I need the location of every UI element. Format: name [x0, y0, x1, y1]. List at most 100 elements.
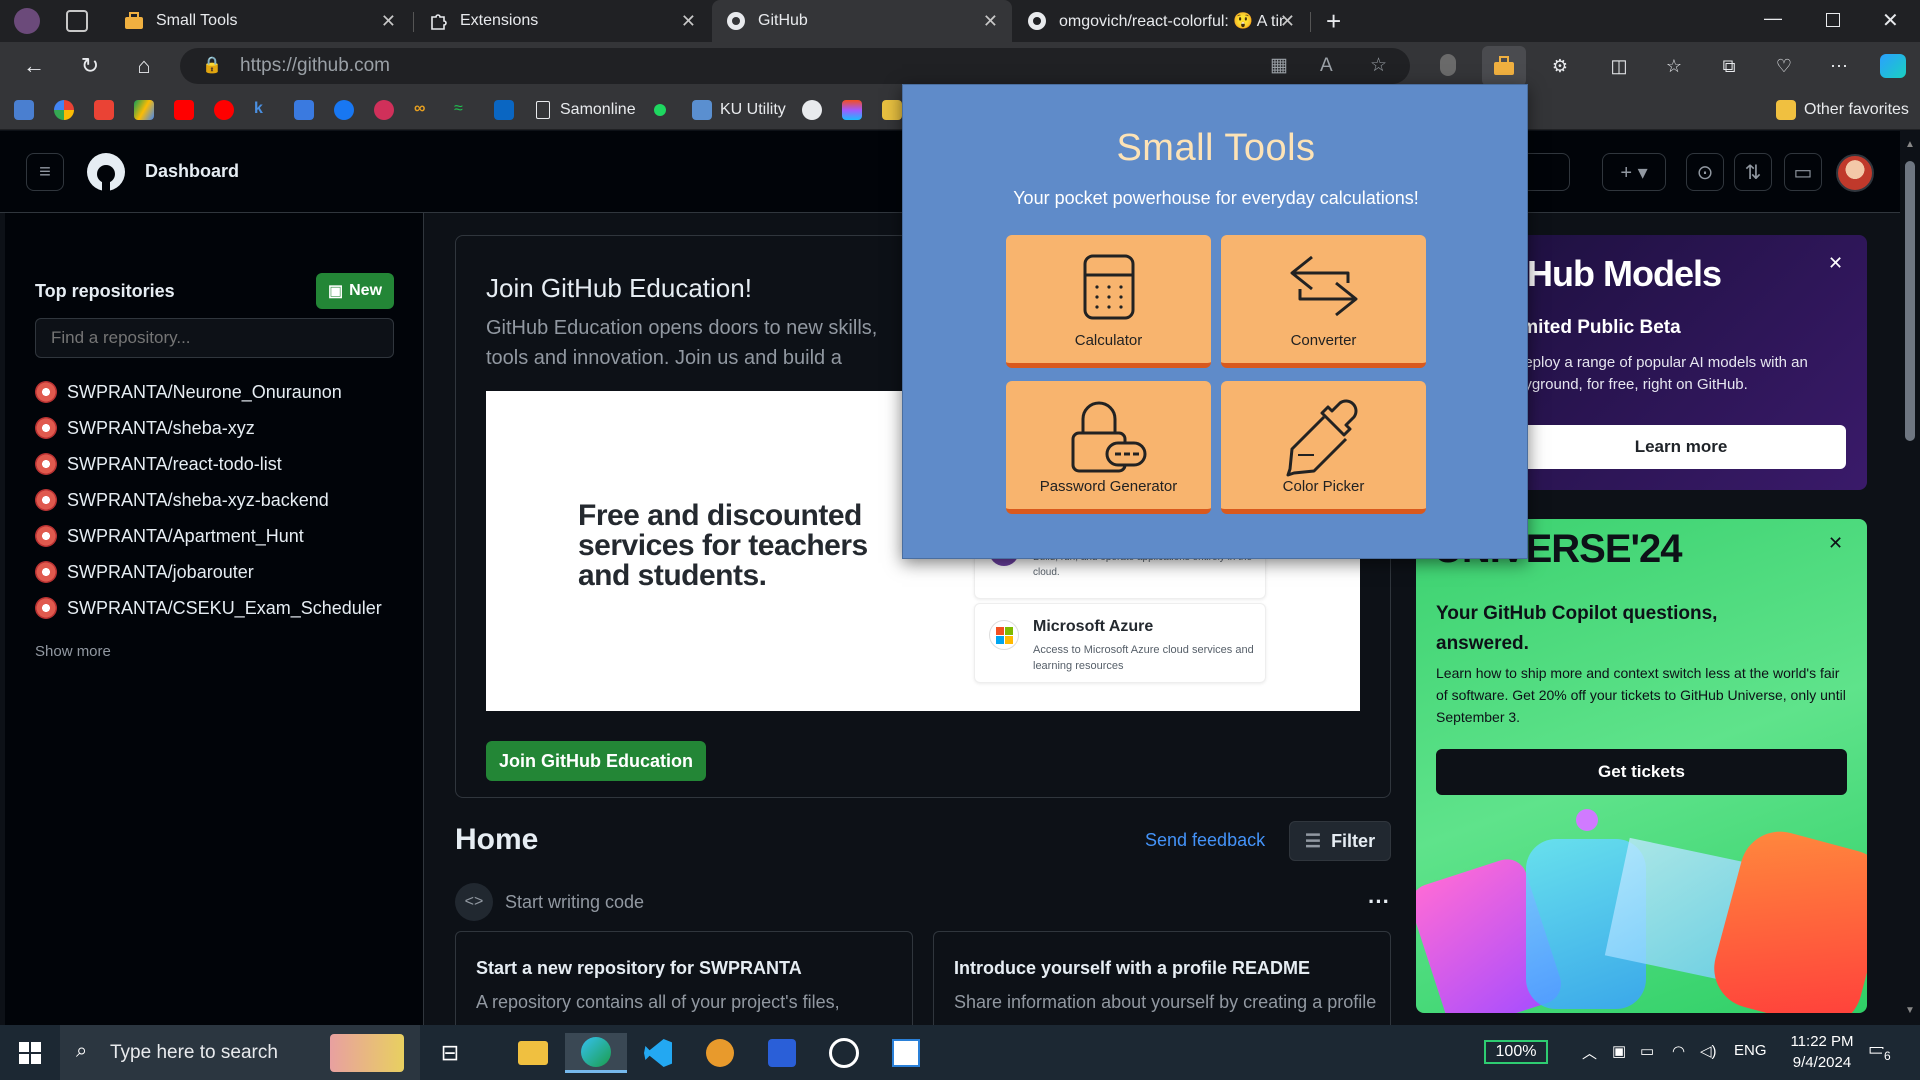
repo-item[interactable]: SWPRANTA/jobarouter — [35, 560, 254, 584]
repo-link[interactable]: SWPRANTA/Neurone_Onuraunon — [67, 382, 342, 403]
whatsapp-icon[interactable] — [824, 1033, 864, 1073]
scroll-down-icon[interactable]: ▼ — [1905, 1005, 1915, 1016]
calculator-tool-button[interactable]: Calculator — [1006, 235, 1211, 368]
scroll-up-icon[interactable]: ▲ — [1905, 139, 1915, 150]
favorite-other[interactable]: Other favorites — [1776, 99, 1909, 121]
send-feedback-link[interactable]: Send feedback — [1145, 830, 1265, 851]
app-icon[interactable] — [700, 1033, 740, 1073]
star-icon[interactable]: ☆ — [1370, 48, 1387, 84]
search-app-icon[interactable] — [762, 1033, 802, 1073]
find-repo-input[interactable] — [35, 318, 394, 358]
profile-readme-card[interactable]: Introduce yourself with a profile README… — [933, 931, 1391, 1031]
k-favicon-icon[interactable]: k — [254, 100, 274, 120]
battery-badge[interactable]: 100% — [1484, 1040, 1548, 1064]
repo-link[interactable]: SWPRANTA/sheba-xyz-backend — [67, 490, 329, 511]
linkedin-icon[interactable] — [494, 100, 514, 120]
meet-now-icon[interactable]: ▣ — [1612, 1042, 1626, 1060]
back-icon[interactable]: ← — [20, 52, 48, 80]
google-icon[interactable] — [54, 100, 74, 120]
extensions-icon[interactable]: ⚙ — [1546, 52, 1574, 80]
scroll-thumb[interactable] — [1905, 161, 1915, 441]
color-picker-tool-button[interactable]: Color Picker — [1221, 381, 1426, 514]
extension-icon[interactable] — [1440, 54, 1456, 76]
windows-start-icon[interactable] — [10, 1033, 50, 1073]
refresh-icon[interactable]: ↻ — [76, 52, 104, 80]
vscode-icon[interactable] — [638, 1033, 678, 1073]
repo-link[interactable]: SWPRANTA/CSEKU_Exam_Scheduler — [67, 598, 382, 619]
home-icon[interactable]: ⌂ — [130, 52, 158, 80]
openai-icon[interactable] — [802, 100, 822, 120]
green-dot-icon[interactable] — [654, 104, 666, 116]
filter-button[interactable]: ☰ Filter — [1289, 821, 1391, 861]
restore-icon[interactable] — [1826, 13, 1840, 27]
taskbar-search[interactable]: ⌕ Type here to search — [60, 1025, 420, 1080]
password-generator-tool-button[interactable]: Password Generator — [1006, 381, 1211, 514]
tray-expand-icon[interactable]: ︿ — [1582, 1042, 1597, 1063]
favorite-ku-utility[interactable]: KU Utility — [692, 99, 786, 121]
copilot-icon[interactable] — [1880, 54, 1906, 78]
close-icon[interactable]: ✕ — [381, 11, 396, 32]
file-explorer-icon[interactable] — [513, 1033, 553, 1073]
kebab-menu-icon[interactable]: ··· — [1368, 889, 1390, 915]
new-repo-button[interactable]: ▣ New — [316, 273, 394, 309]
issues-icon[interactable]: ⊙ — [1686, 153, 1724, 191]
youtube-icon[interactable] — [174, 100, 194, 120]
profile-avatar[interactable] — [14, 8, 40, 34]
battery-icon[interactable]: ▭ — [1640, 1042, 1654, 1060]
repo-item[interactable]: SWPRANTA/Apartment_Hunt — [35, 524, 304, 548]
url-field[interactable]: 🔒 https://github.com ▦ A ☆ — [180, 48, 1410, 84]
repo-item[interactable]: SWPRANTA/sheba-xyz-backend — [35, 488, 329, 512]
pull-requests-icon[interactable]: ⇅ — [1734, 153, 1772, 191]
create-new-button[interactable]: + ▾ — [1602, 153, 1666, 191]
favorites-icon[interactable]: ☆ — [1660, 52, 1688, 80]
tab-github[interactable]: GitHub ✕ — [712, 0, 1012, 42]
close-icon[interactable]: ✕ — [681, 11, 696, 32]
volume-icon[interactable]: ◁) — [1700, 1042, 1717, 1060]
workspaces-icon[interactable] — [66, 10, 88, 32]
tab-extensions[interactable]: Extensions ✕ — [414, 0, 710, 42]
more-icon[interactable]: ⋯ — [1825, 52, 1853, 80]
wifi-icon[interactable]: ◠ — [1672, 1042, 1685, 1060]
converter-tool-button[interactable]: Converter — [1221, 235, 1426, 368]
split-screen-icon[interactable]: ◫ — [1605, 52, 1633, 80]
pinterest-icon[interactable] — [374, 100, 394, 120]
calendar-icon[interactable] — [294, 100, 314, 120]
repo-link[interactable]: SWPRANTA/jobarouter — [67, 562, 254, 583]
small-tools-extension-icon[interactable] — [1482, 46, 1526, 86]
page-title[interactable]: Dashboard — [145, 161, 239, 182]
tab-small-tools[interactable]: Small Tools ✕ — [110, 0, 410, 42]
repo-link[interactable]: SWPRANTA/react-todo-list — [67, 454, 282, 475]
app-icon[interactable]: ▦ — [1270, 48, 1288, 84]
repo-item[interactable]: SWPRANTA/sheba-xyz — [35, 416, 255, 440]
language-indicator[interactable]: ENG — [1734, 1042, 1767, 1059]
repo-item[interactable]: SWPRANTA/react-todo-list — [35, 452, 282, 476]
close-window-icon[interactable]: ✕ — [1882, 8, 1899, 33]
notifications-icon[interactable]: ▭ 6 — [1868, 1039, 1900, 1067]
drive-icon[interactable] — [134, 100, 154, 120]
close-icon[interactable]: ✕ — [1828, 253, 1843, 274]
minimize-icon[interactable]: — — [1764, 8, 1782, 29]
task-view-icon[interactable]: ⊟ — [430, 1033, 470, 1073]
new-tab-icon[interactable]: + — [1326, 6, 1341, 37]
collections-icon[interactable]: ⧉ — [1715, 52, 1743, 80]
tab-react-colorful[interactable]: omgovich/react-colorful: 😲 A tin ✕ — [1013, 0, 1309, 42]
show-more-link[interactable]: Show more — [35, 643, 111, 660]
shield-favicon-icon[interactable] — [14, 100, 34, 120]
get-tickets-button[interactable]: Get tickets — [1436, 749, 1847, 795]
page-scrollbar[interactable]: ▲ ▼ — [1900, 131, 1920, 1025]
infinity-icon[interactable]: ∞ — [414, 100, 434, 120]
repo-link[interactable]: SWPRANTA/Apartment_Hunt — [67, 526, 304, 547]
edge-icon[interactable] — [565, 1033, 627, 1073]
repo-item[interactable]: SWPRANTA/CSEKU_Exam_Scheduler — [35, 596, 382, 620]
learn-more-button[interactable]: Learn more — [1516, 425, 1846, 469]
image-icon[interactable] — [882, 100, 902, 120]
read-aloud-icon[interactable]: A — [1320, 48, 1333, 84]
close-icon[interactable]: ✕ — [1828, 533, 1843, 554]
health-icon[interactable]: ♡ — [1770, 52, 1798, 80]
remote-app-icon[interactable] — [886, 1033, 926, 1073]
figma-icon[interactable] — [842, 100, 862, 120]
favorite-samonline[interactable]: Samonline — [536, 99, 636, 121]
inbox-icon[interactable]: ▭ — [1784, 153, 1822, 191]
repo-link[interactable]: SWPRANTA/sheba-xyz — [67, 418, 255, 439]
facebook-icon[interactable] — [334, 100, 354, 120]
